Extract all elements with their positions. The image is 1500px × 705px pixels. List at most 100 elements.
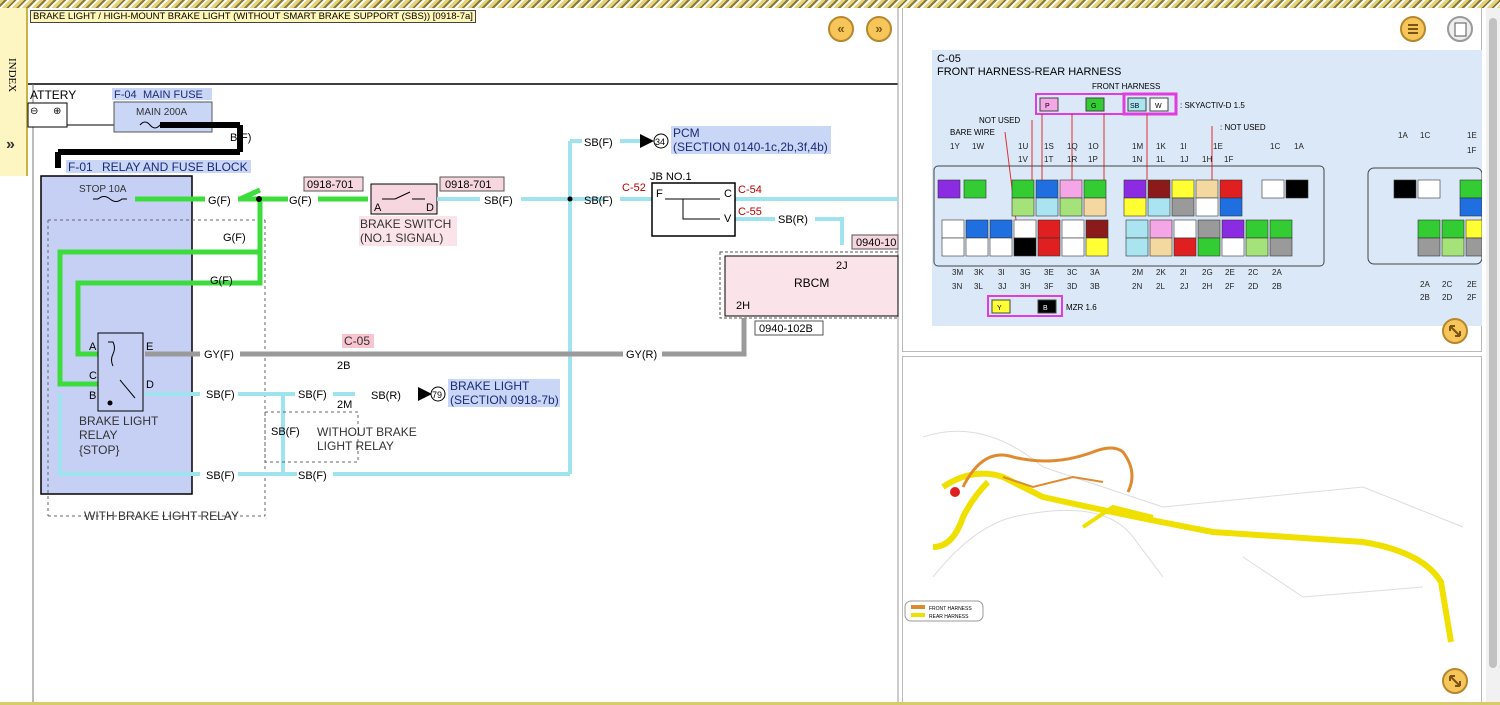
pin-2f: 2F <box>1225 282 1234 291</box>
brake-light-ref: 79 <box>432 390 442 400</box>
relay-pin-b: B <box>89 390 96 402</box>
wire-gf-3: G(F) <box>223 232 246 244</box>
conn-0918-701-b: 0918-701 <box>445 179 492 191</box>
list-icon <box>1408 24 1418 34</box>
print-button[interactable] <box>1447 16 1473 42</box>
brake-light-section-link[interactable]: (SECTION 0918-7b) <box>450 393 559 407</box>
expand-connector-button[interactable] <box>1442 318 1468 344</box>
pin-3g: 3G <box>1020 268 1031 277</box>
wire-sbf-8: SB(F) <box>298 470 327 482</box>
pin-1e: 1E <box>1213 142 1223 151</box>
wire-gf-2: G(F) <box>289 195 312 207</box>
pin-2b: 2B <box>1272 282 1282 291</box>
pin-2j: 2J <box>836 260 848 272</box>
list-button[interactable] <box>1400 16 1426 42</box>
pin-1n: 1N <box>1132 155 1142 164</box>
pin-1s: 1S <box>1044 142 1054 151</box>
pin-2n: 2N <box>1132 282 1142 291</box>
pin-1w: 1W <box>972 142 984 151</box>
page-icon <box>1454 22 1467 37</box>
relay-label-3: {STOP} <box>79 443 119 457</box>
legend-p: P <box>1045 103 1050 110</box>
pin-1u: 1U <box>1018 142 1028 151</box>
pin-1h: 1H <box>1202 155 1212 164</box>
wire-sbr-2: SB(R) <box>371 390 401 402</box>
pin-3f: 3F <box>1044 282 1053 291</box>
rpin-2e: 2E <box>1467 280 1477 289</box>
legend-g: G <box>1091 103 1096 110</box>
without-relay-2: LIGHT RELAY <box>317 439 394 453</box>
vertical-scrollbar[interactable] <box>1486 8 1500 705</box>
pin-2j: 2J <box>1180 282 1188 291</box>
relay-label-1: BRAKE LIGHT <box>79 414 159 428</box>
svg-text:⊕: ⊕ <box>53 106 61 117</box>
wire-gyf: GY(F) <box>204 349 234 361</box>
c05-label: C-05 <box>344 334 370 348</box>
expand-location-button[interactable] <box>1442 668 1468 694</box>
pin-2e: 2E <box>1225 268 1235 277</box>
relay-block-id: F-01 <box>68 160 93 174</box>
brake-switch-label: BRAKE SWITCH <box>360 217 451 231</box>
pin-1c: 1C <box>1270 142 1280 151</box>
pin-2d: 2D <box>1248 282 1258 291</box>
pin-1q: 1Q <box>1067 142 1078 151</box>
jb-box <box>651 182 736 237</box>
rpin-1a: 1A <box>1398 131 1408 140</box>
without-relay-1: WITHOUT BRAKE <box>317 425 417 439</box>
c54-label: C-54 <box>738 184 762 196</box>
front-harness-label: FRONT HARNESS <box>1092 82 1160 91</box>
rpin-2c: 2C <box>1442 280 1452 289</box>
legend-w: W <box>1155 103 1162 110</box>
pcm-section-link[interactable]: (SECTION 0140-1c,2b,3f,4b) <box>673 140 828 154</box>
not-used-label: NOT USED <box>979 116 1020 125</box>
pin-3d: 3D <box>1067 282 1077 291</box>
c52-label: C-52 <box>622 182 646 194</box>
pin-3e: 3E <box>1044 268 1054 277</box>
pin-3c: 3C <box>1067 268 1077 277</box>
expand-icon <box>1449 325 1461 337</box>
main-fuse-name: MAIN FUSE <box>143 89 203 101</box>
pin-d: D <box>426 202 434 214</box>
pcm-ref: 34 <box>655 137 665 147</box>
rpin-1c: 1C <box>1420 131 1430 140</box>
wire-gf-4: G(F) <box>210 275 233 287</box>
pin-1y: 1Y <box>950 142 960 151</box>
harness-location-panel: FRONT HARNESS REAR HARNESS <box>902 356 1482 703</box>
pin-1p: 1P <box>1088 155 1098 164</box>
pin-a: A <box>374 202 382 214</box>
pin-2h: 2H <box>1202 282 1212 291</box>
pin-3a: 3A <box>1090 268 1100 277</box>
pin-3m: 3M <box>952 268 963 277</box>
not-used-label-2: : NOT USED <box>1220 123 1266 132</box>
pin-3l: 3L <box>974 282 983 291</box>
mzr-label: MZR 1.6 <box>1066 303 1097 312</box>
rbcm-label: RBCM <box>794 276 829 290</box>
pcm-label: PCM <box>673 126 700 140</box>
pin-2k: 2K <box>1156 268 1166 277</box>
pin-1v: 1V <box>1018 155 1028 164</box>
relay-block-name: RELAY AND FUSE BLOCK <box>102 160 248 174</box>
wire-gf-1: G(F) <box>208 195 231 207</box>
main-fuse-id: F-04 <box>114 89 137 101</box>
connector-name: FRONT HARNESS-REAR HARNESS <box>937 66 1121 78</box>
relay-label-2: RELAY <box>79 428 117 442</box>
pin-1o: 1O <box>1088 142 1099 151</box>
pin-3n: 3N <box>952 282 962 291</box>
pin-3k: 3K <box>974 268 984 277</box>
conn-0918-701-a: 0918-701 <box>307 179 354 191</box>
wire-sbf-2: SB(F) <box>584 137 613 149</box>
legend-rear-harness: REAR HARNESS <box>929 614 969 620</box>
connector-diagram: C-05 FRONT HARNESS-REAR HARNESS FRONT HA… <box>932 50 1483 326</box>
brake-light-label: BRAKE LIGHT <box>450 379 530 393</box>
relay-pin-d: D <box>146 379 154 391</box>
pin-1j: 1J <box>1180 155 1188 164</box>
pin-2i: 2I <box>1180 268 1187 277</box>
scrollbar-thumb[interactable] <box>1489 18 1497 668</box>
expand-icon <box>1449 675 1461 687</box>
c55-label: C-55 <box>738 206 762 218</box>
wiring-diagram: ATTERY ⊖ ⊕ F-04 MAIN FUSE MAIN 200A B(F) … <box>27 8 899 702</box>
wire-sbf-5: SB(F) <box>298 389 327 401</box>
wire-sbf-3: SB(F) <box>584 195 613 207</box>
pin-1k: 1K <box>1156 142 1166 151</box>
jb-label: JB NO.1 <box>650 171 692 183</box>
